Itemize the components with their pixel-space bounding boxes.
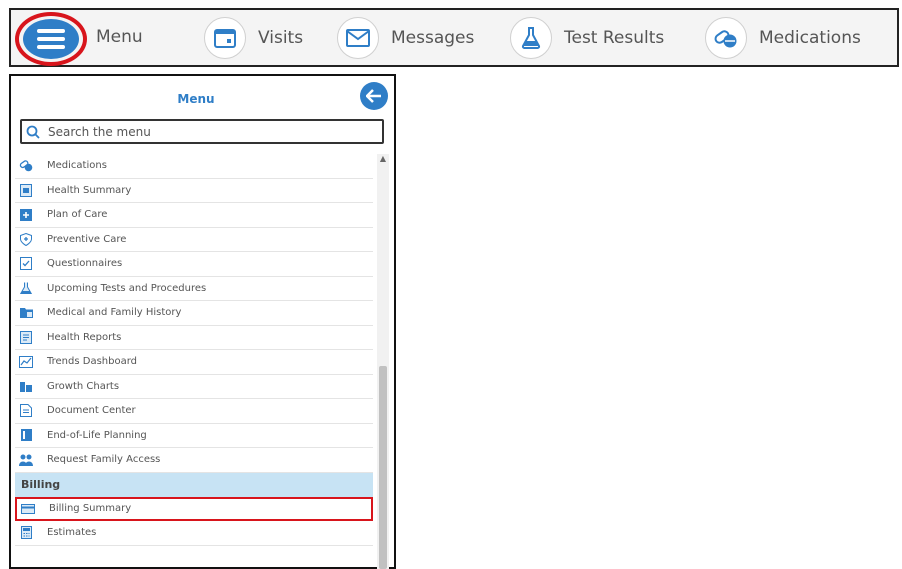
scroll-thumb[interactable] <box>379 366 387 569</box>
arrow-left-icon <box>366 89 381 103</box>
menu-item-health-reports[interactable]: Health Reports <box>15 326 373 350</box>
menu-item-billing-summary[interactable]: Billing Summary <box>15 496 373 521</box>
report-icon <box>19 330 33 344</box>
menu-item-questionnaires[interactable]: Questionnaires <box>15 252 373 277</box>
flask-icon <box>510 17 552 59</box>
panel-title: Menu <box>177 92 215 106</box>
folder-icon <box>19 306 33 320</box>
menu-item-label: Estimates <box>47 527 97 539</box>
menu-button[interactable] <box>15 12 87 66</box>
envelope-icon <box>337 17 379 59</box>
pills-icon <box>19 159 33 173</box>
top-navigation-bar: Menu Visits Messages Test Results Medica… <box>9 8 899 67</box>
menu-item-label: Growth Charts <box>47 380 120 392</box>
plus-square-icon <box>19 208 33 222</box>
menu-item-upcoming-tests[interactable]: Upcoming Tests and Procedures <box>15 277 373 301</box>
menu-label[interactable]: Menu <box>96 27 143 47</box>
menu-item-label: Questionnaires <box>47 258 123 270</box>
nav-visits[interactable]: Visits <box>204 16 303 60</box>
search-icon <box>26 125 40 139</box>
nav-test-results[interactable]: Test Results <box>510 16 664 60</box>
nav-medications[interactable]: Medications <box>705 16 861 60</box>
menu-item-document-center[interactable]: Document Center <box>15 399 373 424</box>
menu-item-trends-dashboard[interactable]: Trends Dashboard <box>15 350 373 375</box>
pills-icon <box>705 17 747 59</box>
bar-chart-icon <box>19 379 33 393</box>
search-box <box>20 119 384 144</box>
document-icon <box>19 404 33 418</box>
checklist-icon <box>19 257 33 271</box>
menu-item-request-family-access[interactable]: Request Family Access <box>15 448 373 473</box>
menu-item-estimates[interactable]: Estimates <box>15 521 373 546</box>
menu-item-label: Document Center <box>47 405 136 417</box>
menu-item-label: Preventive Care <box>47 233 127 245</box>
search-input[interactable] <box>46 123 370 140</box>
nav-messages[interactable]: Messages <box>337 16 474 60</box>
chart-icon <box>19 355 33 369</box>
menu-item-label: Health Summary <box>47 184 132 196</box>
credit-card-icon <box>21 502 35 516</box>
menu-item-medications[interactable]: Medications <box>15 154 373 179</box>
menu-item-growth-charts[interactable]: Growth Charts <box>15 375 373 399</box>
menu-item-label: Request Family Access <box>47 454 161 466</box>
menu-item-preventive-care[interactable]: Preventive Care <box>15 228 373 252</box>
menu-scrollbar[interactable]: ▲ <box>377 154 389 569</box>
flask-icon <box>19 281 33 295</box>
menu-item-label: Upcoming Tests and Procedures <box>47 282 207 294</box>
menu-list: Medications Health Summary Plan of Care … <box>15 154 373 546</box>
nav-medications-label: Medications <box>759 28 861 48</box>
menu-item-label: Billing Summary <box>49 503 132 515</box>
menu-item-label: Trends Dashboard <box>47 356 138 368</box>
shield-icon <box>19 232 33 246</box>
hamburger-icon <box>23 19 79 59</box>
family-icon <box>19 453 33 467</box>
calculator-icon <box>19 526 33 540</box>
menu-item-end-of-life-planning[interactable]: End-of-Life Planning <box>15 424 373 448</box>
nav-test-results-label: Test Results <box>564 28 665 48</box>
side-menu-panel: Menu Medications Health Summary Plan of … <box>9 74 396 569</box>
scroll-up-arrow-icon[interactable]: ▲ <box>378 154 388 164</box>
menu-item-health-summary[interactable]: Health Summary <box>15 179 373 203</box>
menu-item-label: Health Reports <box>47 331 122 343</box>
menu-item-plan-of-care[interactable]: Plan of Care <box>15 203 373 228</box>
menu-item-medical-family-history[interactable]: Medical and Family History <box>15 301 373 326</box>
menu-item-label: Medical and Family History <box>47 307 182 319</box>
clipboard-icon <box>19 183 33 197</box>
nav-messages-label: Messages <box>391 28 475 48</box>
book-icon <box>19 428 33 442</box>
menu-item-label: Medications <box>47 160 107 172</box>
menu-item-label: End-of-Life Planning <box>47 429 147 441</box>
close-menu-button[interactable] <box>360 82 388 110</box>
section-billing: Billing <box>15 472 373 497</box>
calendar-icon <box>204 17 246 59</box>
menu-item-label: Plan of Care <box>47 209 108 221</box>
nav-visits-label: Visits <box>258 28 304 48</box>
